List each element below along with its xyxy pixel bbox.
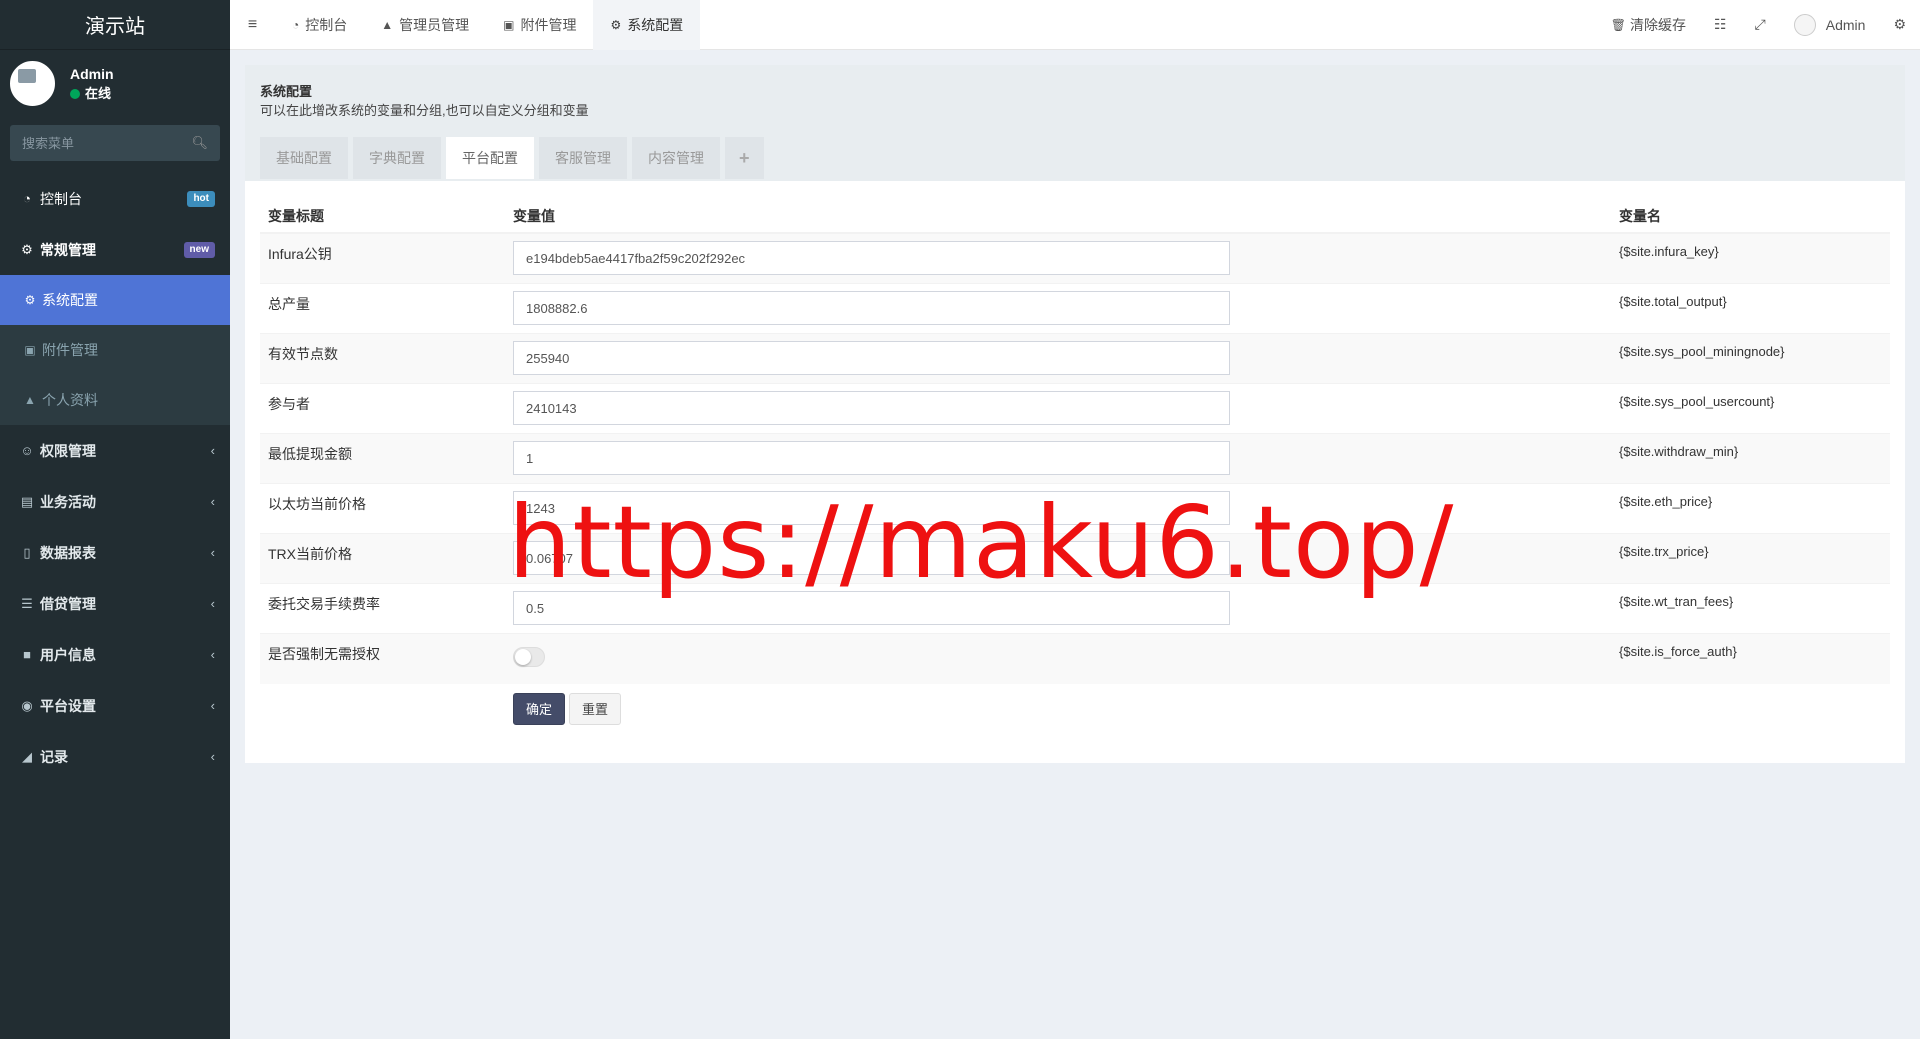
sidebar-lower-menu: ☺ 权限管理 ‹ ▤ 业务活动 ‹ ▯ 数据报表 ‹ ☰ 借贷管理 ‹ ■ 用户…: [0, 425, 230, 782]
general-submenu: ⚙ 系统配置 ▣ 附件管理 ▲ 个人资料: [0, 275, 230, 425]
fullscreen-icon[interactable]: ⤢: [1741, 0, 1780, 50]
site-title: 演示站: [85, 16, 145, 38]
form-actions: 确定 重置: [513, 692, 1905, 725]
table-row: 参与者 {$site.sys_pool_usercount}: [260, 383, 1890, 434]
chevron-left-icon: ‹: [210, 545, 215, 560]
chevron-left-icon: ‹: [210, 494, 215, 509]
page-description: 可以在此增改系统的变量和分组,也可以自定义分组和变量: [260, 103, 589, 118]
gear-icon: ⚙: [610, 17, 622, 32]
sidebar-item-dashboard[interactable]: ◔ 控制台 hot: [0, 173, 230, 224]
table-row: 总产量 {$site.total_output}: [260, 283, 1890, 334]
tab-system-config[interactable]: ⚙ 系统配置: [593, 0, 701, 50]
config-table: 变量标题 变量值 变量名 Infura公钥 {$site.infura_key}…: [260, 199, 1890, 684]
tab-platform-config[interactable]: 平台配置: [446, 137, 534, 179]
sidebar-menu: ◔ 控制台 hot ⚙ 常规管理 new ⚙ 系统配置 ▣ 附件管理 ▲ 个人资…: [0, 173, 230, 425]
user-icon: ▲: [24, 393, 36, 407]
table-row: 是否强制无需授权 {$site.is_force_auth}: [260, 633, 1890, 684]
table-row: 有效节点数 {$site.sys_pool_miningnode}: [260, 333, 1890, 384]
image-file-icon: ▣: [503, 17, 515, 32]
area-chart-icon: ◢: [22, 748, 32, 764]
sidebar-item-user-info[interactable]: ■ 用户信息 ‹: [0, 629, 230, 680]
total-output-input[interactable]: [513, 291, 1230, 325]
file-icon: ▯: [23, 544, 31, 560]
address-book-icon: ■: [23, 647, 31, 662]
sidebar-search: 🔍︎: [10, 125, 220, 161]
sidebar-item-platform-settings[interactable]: ◉ 平台设置 ‹: [0, 680, 230, 731]
users-icon: ☺: [20, 443, 34, 458]
dashboard-icon: ◔: [23, 191, 31, 206]
tab-content-management[interactable]: 内容管理: [632, 137, 720, 179]
gear-icon: ⚙: [24, 293, 36, 307]
sidebar-item-profile[interactable]: ▲ 个人资料: [0, 375, 230, 425]
config-panel: 系统配置 可以在此增改系统的变量和分组,也可以自定义分组和变量 基础配置 字典配…: [245, 65, 1905, 763]
sidebar-item-system-config[interactable]: ⚙ 系统配置: [0, 275, 230, 325]
force-auth-toggle[interactable]: [513, 647, 545, 667]
tab-dictionary-config[interactable]: 字典配置: [353, 137, 441, 179]
page-title: 系统配置: [260, 84, 313, 99]
table-row: 最低提现金额 {$site.withdraw_min}: [260, 433, 1890, 484]
tab-attachments[interactable]: ▣ 附件管理: [486, 0, 593, 50]
infura-key-input[interactable]: [513, 241, 1230, 275]
tab-admin-management[interactable]: ▲ 管理员管理: [364, 0, 486, 50]
sidebar-item-loans[interactable]: ☰ 借贷管理 ‹: [0, 578, 230, 629]
list-alt-icon: ▤: [20, 493, 34, 509]
sidebar-item-general[interactable]: ⚙ 常规管理 new: [0, 224, 230, 275]
column-header-value: 变量值: [505, 199, 1611, 234]
sidebar-item-business[interactable]: ▤ 业务活动 ‹: [0, 476, 230, 527]
user-avatar: [10, 61, 55, 106]
column-header-title: 变量标题: [260, 199, 505, 234]
sidebar-item-attachments[interactable]: ▣ 附件管理: [0, 325, 230, 375]
user-menu[interactable]: Admin: [1780, 0, 1880, 50]
tab-dashboard[interactable]: ◔ 控制台: [275, 0, 364, 50]
user-panel: Admin 在线: [0, 50, 230, 117]
user-name: Admin: [70, 65, 114, 82]
panel-heading: 系统配置 可以在此增改系统的变量和分组,也可以自定义分组和变量 基础配置 字典配…: [245, 65, 1905, 181]
settings-cogs-icon[interactable]: ⚙: [1879, 0, 1920, 50]
dot-circle-icon: ◉: [21, 697, 33, 713]
hot-badge: hot: [187, 190, 215, 207]
cogs-icon: ⚙: [21, 241, 33, 257]
image-file-icon: ▣: [24, 343, 36, 357]
search-icon[interactable]: 🔍︎: [191, 135, 208, 151]
new-badge: new: [183, 241, 215, 258]
add-group-button[interactable]: +: [725, 137, 764, 179]
tab-basic-config[interactable]: 基础配置: [260, 137, 348, 179]
avatar: [1793, 13, 1816, 36]
sidebar: 演示站 Admin 在线 🔍︎ ◔ 控制台 hot ⚙ 常规管理 new ⚙ 系…: [0, 0, 230, 1039]
sidebar-item-reports[interactable]: ▯ 数据报表 ‹: [0, 527, 230, 578]
reset-button[interactable]: 重置: [569, 692, 622, 725]
sidebar-item-records[interactable]: ◢ 记录 ‹: [0, 731, 230, 782]
chevron-left-icon: ‹: [210, 596, 215, 611]
config-tabs: 基础配置 字典配置 平台配置 客服管理 内容管理 +: [260, 137, 1890, 179]
dashboard-icon: ◔: [292, 17, 300, 32]
sidebar-toggle-icon[interactable]: ≡: [230, 0, 275, 50]
list-icon: ☰: [21, 595, 33, 611]
tab-customer-service[interactable]: 客服管理: [539, 137, 627, 179]
language-icon[interactable]: ☷: [1700, 0, 1741, 50]
withdraw-min-input[interactable]: [513, 441, 1230, 475]
clear-cache-button[interactable]: 🗑︎ 清除缓存: [1597, 0, 1700, 50]
site-logo[interactable]: 演示站: [0, 0, 230, 50]
user-status: 在线: [70, 84, 114, 104]
sidebar-item-permissions[interactable]: ☺ 权限管理 ‹: [0, 425, 230, 476]
online-status-icon: [70, 88, 80, 99]
menu-search-input[interactable]: [22, 135, 182, 151]
chevron-left-icon: ‹: [210, 647, 215, 662]
column-header-name: 变量名: [1611, 199, 1890, 234]
submit-button[interactable]: 确定: [513, 692, 566, 725]
mining-node-input[interactable]: [513, 341, 1230, 375]
chevron-left-icon: ‹: [210, 749, 215, 764]
topbar: ≡ ◔ 控制台 ▲ 管理员管理 ▣ 附件管理 ⚙ 系统配置 🗑︎ 清除缓存 ☷ ⤢ Adm…: [230, 0, 1920, 50]
user-count-input[interactable]: [513, 391, 1230, 425]
chevron-left-icon: ‹: [210, 698, 215, 713]
chevron-left-icon: ‹: [210, 443, 215, 458]
trash-icon: 🗑︎: [1610, 17, 1626, 32]
user-icon: ▲: [381, 17, 394, 32]
watermark-text: https://maku6.top/: [508, 484, 1455, 601]
table-row: Infura公钥 {$site.infura_key}: [260, 232, 1890, 284]
